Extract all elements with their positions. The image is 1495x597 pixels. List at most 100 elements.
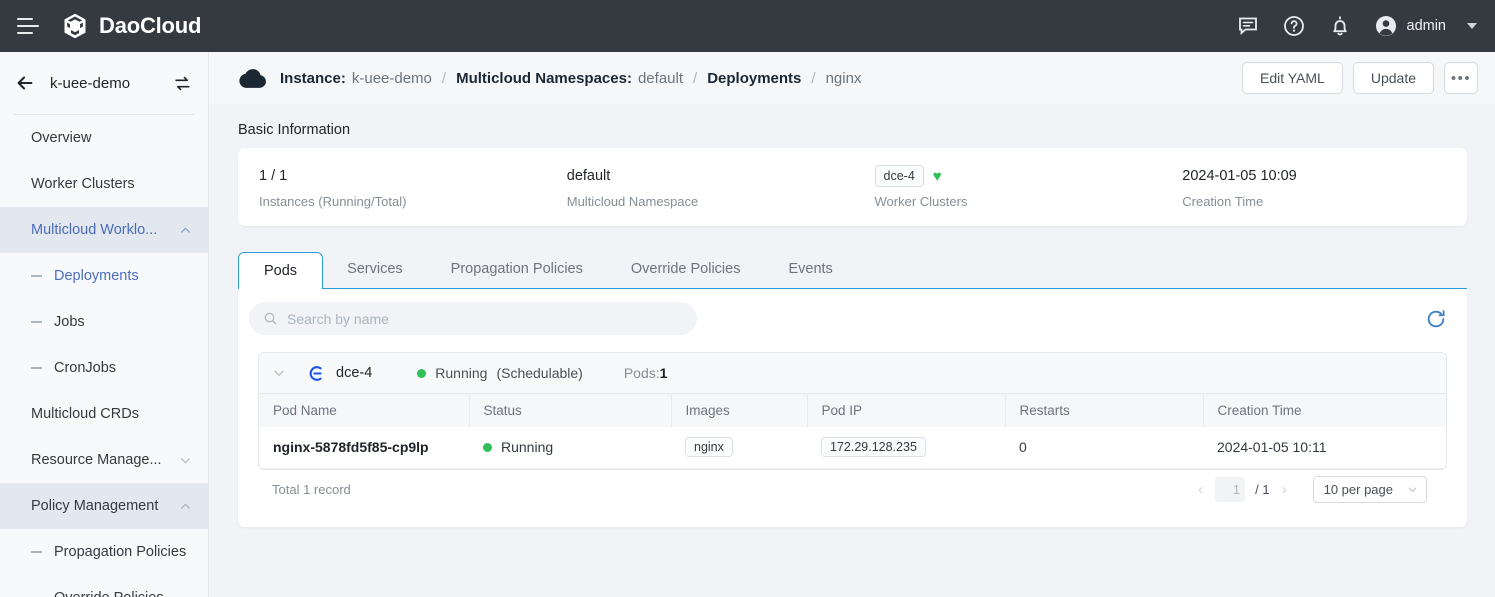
cluster-name: dce-4 (336, 365, 372, 381)
pod-ip-chip[interactable]: 172.29.128.235 (821, 437, 926, 457)
info-label: Worker Clusters (875, 194, 1160, 209)
back-arrow-icon[interactable] (14, 72, 36, 94)
refresh-icon[interactable] (1425, 308, 1447, 330)
tab-pods[interactable]: Pods (238, 252, 323, 290)
notification-bell-icon[interactable] (1328, 14, 1352, 38)
breadcrumb-instance-value[interactable]: k-uee-demo (352, 70, 432, 87)
user-menu[interactable]: admin (1374, 14, 1478, 38)
help-icon[interactable] (1282, 14, 1306, 38)
cluster-status: Running (Schedulable) (417, 365, 583, 381)
sidebar-item-label: Jobs (54, 314, 85, 330)
tab-services[interactable]: Services (323, 250, 427, 288)
column-pod-ip: Pod IP (807, 394, 1005, 427)
info-label: Instances (Running/Total) (259, 194, 544, 209)
topnav-right-icons: admin (1236, 14, 1495, 38)
top-navbar: DaoCloud admin (0, 0, 1495, 52)
info-cell-instances: 1 / 1 Instances (Running/Total) (238, 165, 544, 209)
sidebar-item-deployments[interactable]: Deployments (0, 253, 208, 299)
info-label: Multicloud Namespace (567, 194, 852, 209)
worker-cluster-tag[interactable]: dce-4 (875, 165, 924, 187)
sidebar-item-multicloud-workloads[interactable]: Multicloud Worklo... (0, 207, 208, 253)
cluster-status-text: Running (435, 365, 487, 381)
page-size-label: 10 per page (1324, 482, 1393, 497)
cell-status: Running (469, 427, 671, 468)
tab-events[interactable]: Events (764, 250, 856, 288)
total-records: Total 1 record (272, 482, 351, 497)
sidebar-item-label: Worker Clusters (31, 176, 135, 192)
column-creation-time: Creation Time (1203, 394, 1446, 427)
sidebar-item-label: Deployments (54, 268, 139, 284)
page-number-input[interactable]: 1 (1215, 477, 1245, 502)
search-box[interactable] (249, 302, 697, 335)
sidebar-header: k-uee-demo (0, 52, 208, 114)
info-cell-worker-clusters: dce-4 ♥ Worker Clusters (852, 165, 1160, 209)
sidebar-item-resource-management[interactable]: Resource Manage... (0, 437, 208, 483)
tabs-section: Pods Services Propagation Policies Overr… (238, 251, 1467, 527)
sidebar-item-multicloud-crds[interactable]: Multicloud CRDs (0, 391, 208, 437)
main-content: Instance: k-uee-demo / Multicloud Namesp… (209, 52, 1495, 597)
pagination-controls: ‹ 1 / 1 › 10 per page (1194, 476, 1427, 503)
hamburger-icon[interactable] (17, 18, 39, 34)
brand[interactable]: DaoCloud (61, 12, 201, 40)
dash-icon (31, 321, 42, 323)
sidebar-item-label: Policy Management (31, 498, 158, 514)
sidebar-item-worker-clusters[interactable]: Worker Clusters (0, 161, 208, 207)
info-value: 1 / 1 (259, 165, 544, 187)
chevron-down-icon[interactable] (1467, 23, 1477, 29)
dash-icon (31, 367, 42, 369)
search-icon (263, 311, 278, 326)
info-label: Creation Time (1182, 194, 1467, 209)
breadcrumb-deployments[interactable]: Deployments (707, 70, 801, 87)
breadcrumb-instance-label: Instance: (280, 70, 346, 87)
table-row[interactable]: nginx-5878fd5f85-cp9lp Running nginx (259, 427, 1446, 468)
cell-images: nginx (671, 427, 807, 468)
breadcrumb: Instance: k-uee-demo / Multicloud Namesp… (280, 70, 861, 87)
tab-propagation-policies[interactable]: Propagation Policies (427, 250, 607, 288)
breadcrumb-namespace-value[interactable]: default (638, 70, 683, 87)
sidebar-item-label: Resource Manage... (31, 452, 162, 468)
sidebar-item-propagation-policies[interactable]: Propagation Policies (0, 529, 208, 575)
panel-toolbar (238, 289, 1467, 335)
chat-icon[interactable] (1236, 14, 1260, 38)
cluster-group-header[interactable]: dce-4 Running (Schedulable) Pods:1 (259, 353, 1446, 394)
status-dot-icon (483, 443, 492, 452)
sidebar-item-label: Multicloud Worklo... (31, 222, 157, 238)
column-pod-name: Pod Name (259, 394, 469, 427)
pagination-footer: Total 1 record ‹ 1 / 1 › 10 per page (258, 470, 1447, 510)
breadcrumb-current: nginx (826, 70, 862, 87)
table-header: Pod Name Status Images Pod IP Restarts C… (259, 394, 1446, 427)
chevron-down-icon[interactable] (272, 366, 286, 380)
column-images: Images (671, 394, 807, 427)
edit-yaml-button[interactable]: Edit YAML (1242, 62, 1343, 94)
next-page-button[interactable]: › (1278, 481, 1291, 498)
search-input[interactable] (287, 311, 683, 327)
prev-page-button[interactable]: ‹ (1194, 481, 1207, 498)
sidebar-item-label: Override Policies (54, 590, 164, 597)
cell-pod-name[interactable]: nginx-5878fd5f85-cp9lp (259, 427, 469, 468)
sidebar-instance-name: k-uee-demo (50, 75, 130, 92)
sidebar-item-policy-management[interactable]: Policy Management (0, 483, 208, 529)
breadcrumb-namespace-label: Multicloud Namespaces: (456, 70, 632, 87)
info-value: default (567, 165, 852, 187)
sidebar-item-overview[interactable]: Overview (0, 115, 208, 161)
breadcrumb-bar: Instance: k-uee-demo / Multicloud Namesp… (209, 52, 1495, 104)
tab-override-policies[interactable]: Override Policies (607, 250, 765, 288)
cluster-pods-count: Pods:1 (624, 365, 668, 381)
table-body: nginx-5878fd5f85-cp9lp Running nginx (259, 427, 1446, 468)
chevron-down-icon (179, 454, 192, 467)
sidebar-item-label: Multicloud CRDs (31, 406, 139, 422)
more-actions-button[interactable]: ••• (1444, 62, 1478, 94)
sidebar-item-override-policies[interactable]: Override Policies (0, 575, 208, 597)
sidebar-item-label: Overview (31, 130, 91, 146)
cluster-pods-value: 1 (660, 365, 668, 381)
page-size-select[interactable]: 10 per page (1313, 476, 1427, 503)
update-button[interactable]: Update (1353, 62, 1434, 94)
user-name: admin (1407, 18, 1447, 34)
sidebar-item-cronjobs[interactable]: CronJobs (0, 345, 208, 391)
basic-information-card: 1 / 1 Instances (Running/Total) default … (238, 148, 1467, 226)
switch-instance-icon[interactable] (173, 74, 192, 93)
cloud-icon (237, 65, 267, 91)
dash-icon (31, 551, 42, 553)
sidebar-item-jobs[interactable]: Jobs (0, 299, 208, 345)
cluster-logo-icon (306, 364, 325, 383)
